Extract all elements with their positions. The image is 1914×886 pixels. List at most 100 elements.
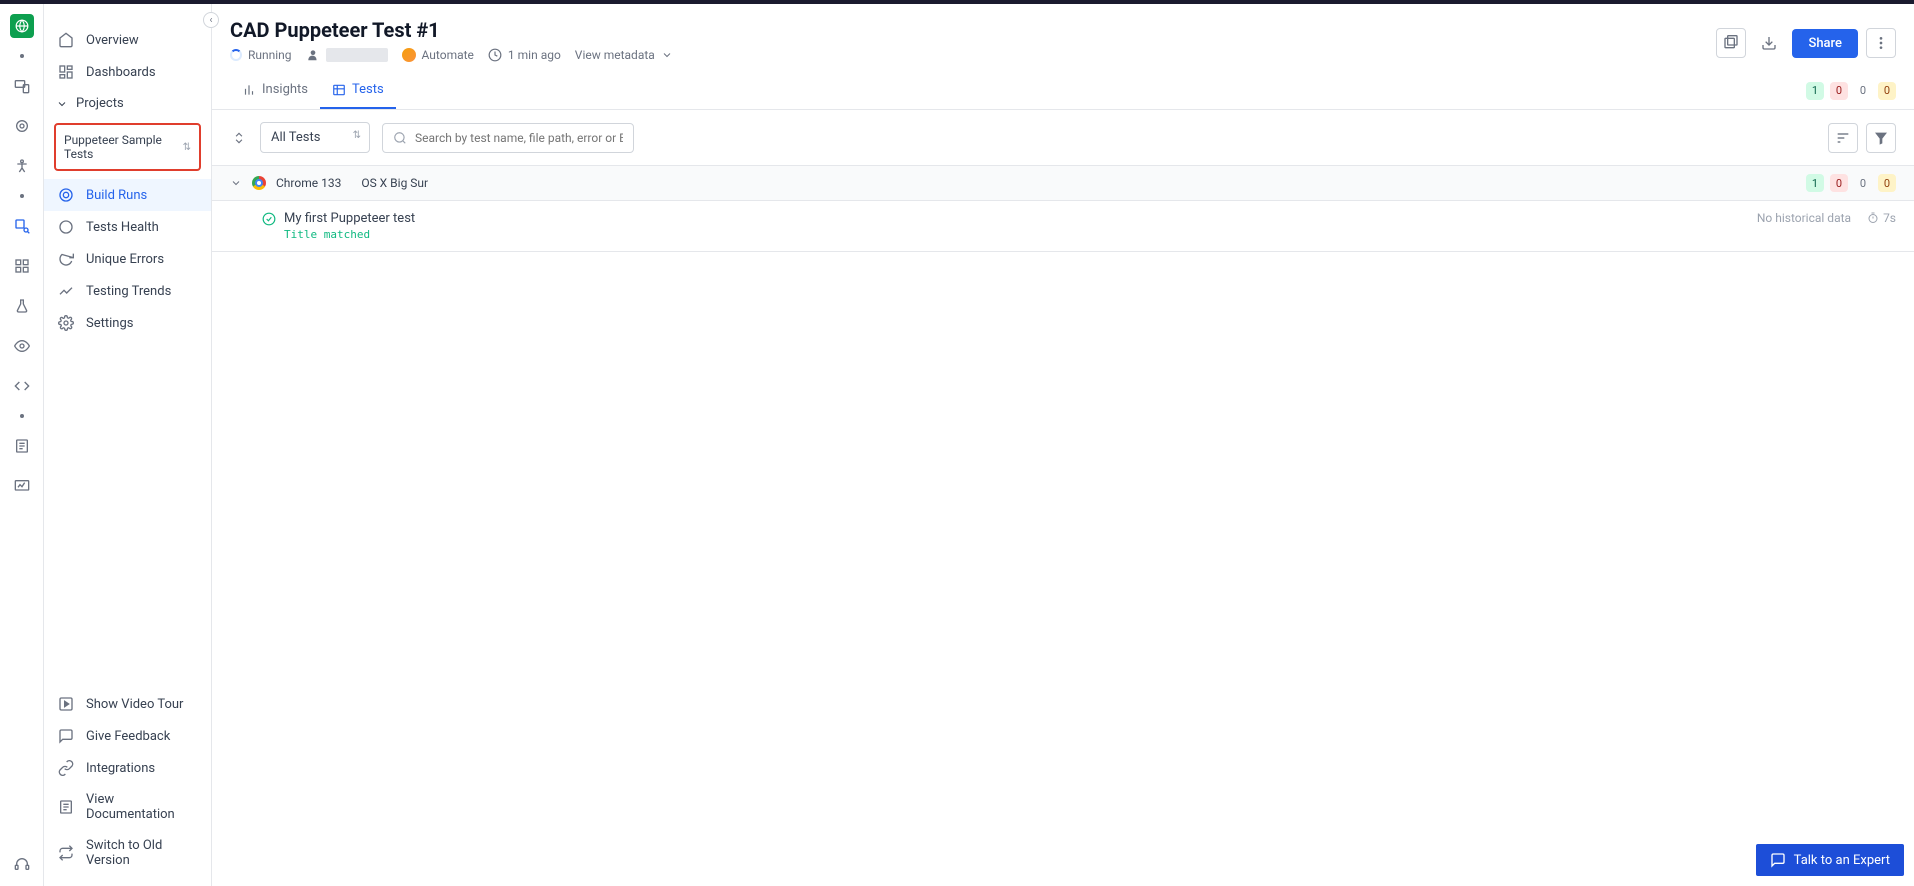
sidebar-label: Build Runs <box>86 188 147 203</box>
tab-insights[interactable]: Insights <box>230 72 320 109</box>
sidebar-item-testing-trends[interactable]: Testing Trends <box>44 275 211 307</box>
sidebar-label: View Documentation <box>86 792 197 822</box>
rail-target-icon[interactable] <box>10 114 34 138</box>
project-selector[interactable]: Puppeteer Sample Tests ⇅ <box>54 123 201 171</box>
tab-label: Insights <box>262 82 308 97</box>
updown-icon: ⇅ <box>183 142 191 153</box>
filter-button[interactable] <box>1866 123 1896 153</box>
sidebar-label: Settings <box>86 316 133 331</box>
rail-dot-icon <box>20 54 24 58</box>
duration-label: 7s <box>1883 211 1896 225</box>
group-chip-skipped: 0 <box>1854 174 1872 192</box>
sidebar-label: Give Feedback <box>86 729 170 744</box>
filter-select-all-tests[interactable]: All Tests <box>260 122 370 153</box>
sidebar-label: Show Video Tour <box>86 697 183 712</box>
copy-button[interactable] <box>1716 28 1746 58</box>
rail-devices-icon[interactable] <box>10 74 34 98</box>
time-meta: 1 min ago <box>488 48 561 62</box>
sidebar-collapse-button[interactable]: ‹ <box>203 12 219 28</box>
tab-tests[interactable]: Tests <box>320 72 396 109</box>
sidebar-group-projects[interactable]: Projects <box>44 88 211 119</box>
error-icon <box>58 251 74 267</box>
play-icon <box>58 696 74 712</box>
rail-accessibility-icon[interactable] <box>10 154 34 178</box>
automate-badge-icon <box>402 48 416 62</box>
sidebar-item-dashboards[interactable]: Dashboards <box>44 56 211 88</box>
time-label: 1 min ago <box>508 48 561 62</box>
rail-home-icon[interactable] <box>10 14 34 38</box>
search-box[interactable] <box>382 123 634 153</box>
link-icon <box>58 760 74 776</box>
search-icon <box>393 131 407 145</box>
more-button[interactable] <box>1866 28 1896 58</box>
test-name: My first Puppeteer test <box>284 211 415 226</box>
spinner-icon <box>230 49 242 61</box>
metadata-label: View metadata <box>575 48 655 62</box>
sidebar-item-docs[interactable]: View Documentation <box>44 784 211 830</box>
chip-failed: 0 <box>1830 82 1848 100</box>
clock-icon <box>488 48 502 62</box>
checkmark-icon <box>262 212 276 226</box>
group-chip-passed: 1 <box>1806 174 1824 192</box>
os-label: OS X Big Sur <box>361 176 428 190</box>
sidebar-label: Unique Errors <box>86 252 164 267</box>
sidebar-label: Switch to Old Version <box>86 838 197 868</box>
user-name-placeholder <box>326 48 388 62</box>
sidebar-label: Dashboards <box>86 65 156 80</box>
page-title: CAD Puppeteer Test #1 <box>230 18 1896 42</box>
table-icon <box>332 83 346 97</box>
historical-label: No historical data <box>1757 211 1851 225</box>
view-metadata-link[interactable]: View metadata <box>575 48 673 62</box>
meta-row: Running Automate 1 min ago View metadata <box>230 48 1896 62</box>
browser-label: Chrome 133 <box>276 176 341 190</box>
search-input[interactable] <box>415 131 623 145</box>
select-label: All Tests <box>271 130 320 145</box>
rail-eye-icon[interactable] <box>10 334 34 358</box>
rail-report-icon[interactable] <box>10 434 34 458</box>
rail-test-observability-icon[interactable] <box>10 214 34 238</box>
document-icon <box>58 799 74 815</box>
trend-icon <box>58 283 74 299</box>
group-chip-failed: 0 <box>1830 174 1848 192</box>
sidebar-item-feedback[interactable]: Give Feedback <box>44 720 211 752</box>
chart-icon <box>242 83 256 97</box>
test-group-header[interactable]: Chrome 133 OS X Big Sur 1 0 0 0 <box>212 165 1914 201</box>
sidebar-label: Integrations <box>86 761 155 776</box>
chat-icon <box>58 728 74 744</box>
user-meta <box>306 48 388 62</box>
chevron-down-icon <box>230 177 242 189</box>
sidebar: ‹ Overview Dashboards Projects Puppeteer… <box>44 4 212 886</box>
rail-grid-icon[interactable] <box>10 254 34 278</box>
chrome-icon <box>252 176 266 190</box>
sidebar-item-overview[interactable]: Overview <box>44 24 211 56</box>
test-row[interactable]: My first Puppeteer test Title matched No… <box>212 201 1914 251</box>
chat-icon <box>1770 852 1786 868</box>
sidebar-item-build-runs[interactable]: Build Runs <box>44 179 211 211</box>
download-button[interactable] <box>1754 28 1784 58</box>
main-content: CAD Puppeteer Test #1 Running Automate 1… <box>212 4 1914 886</box>
test-duration: 7s <box>1867 211 1896 225</box>
sort-button[interactable] <box>1828 123 1858 153</box>
sidebar-item-old-version[interactable]: Switch to Old Version <box>44 830 211 876</box>
sidebar-item-integrations[interactable]: Integrations <box>44 752 211 784</box>
dashboard-icon <box>58 64 74 80</box>
sidebar-label: Projects <box>76 96 124 111</box>
rail-headset-icon[interactable] <box>10 852 34 876</box>
sidebar-item-video-tour[interactable]: Show Video Tour <box>44 688 211 720</box>
health-icon <box>58 219 74 235</box>
target-icon <box>58 187 74 203</box>
sidebar-label: Tests Health <box>86 220 159 235</box>
share-button[interactable]: Share <box>1792 29 1858 58</box>
sidebar-label: Testing Trends <box>86 284 171 299</box>
rail-code-icon[interactable] <box>10 374 34 398</box>
collapse-all-button[interactable] <box>230 129 248 147</box>
sidebar-item-tests-health[interactable]: Tests Health <box>44 211 211 243</box>
expert-label: Talk to an Expert <box>1794 853 1890 868</box>
chevron-down-icon <box>661 49 673 61</box>
automate-meta: Automate <box>402 48 474 62</box>
talk-to-expert-button[interactable]: Talk to an Expert <box>1756 844 1904 876</box>
rail-flask-icon[interactable] <box>10 294 34 318</box>
sidebar-item-unique-errors[interactable]: Unique Errors <box>44 243 211 275</box>
sidebar-item-settings[interactable]: Settings <box>44 307 211 339</box>
rail-monitor-icon[interactable] <box>10 474 34 498</box>
